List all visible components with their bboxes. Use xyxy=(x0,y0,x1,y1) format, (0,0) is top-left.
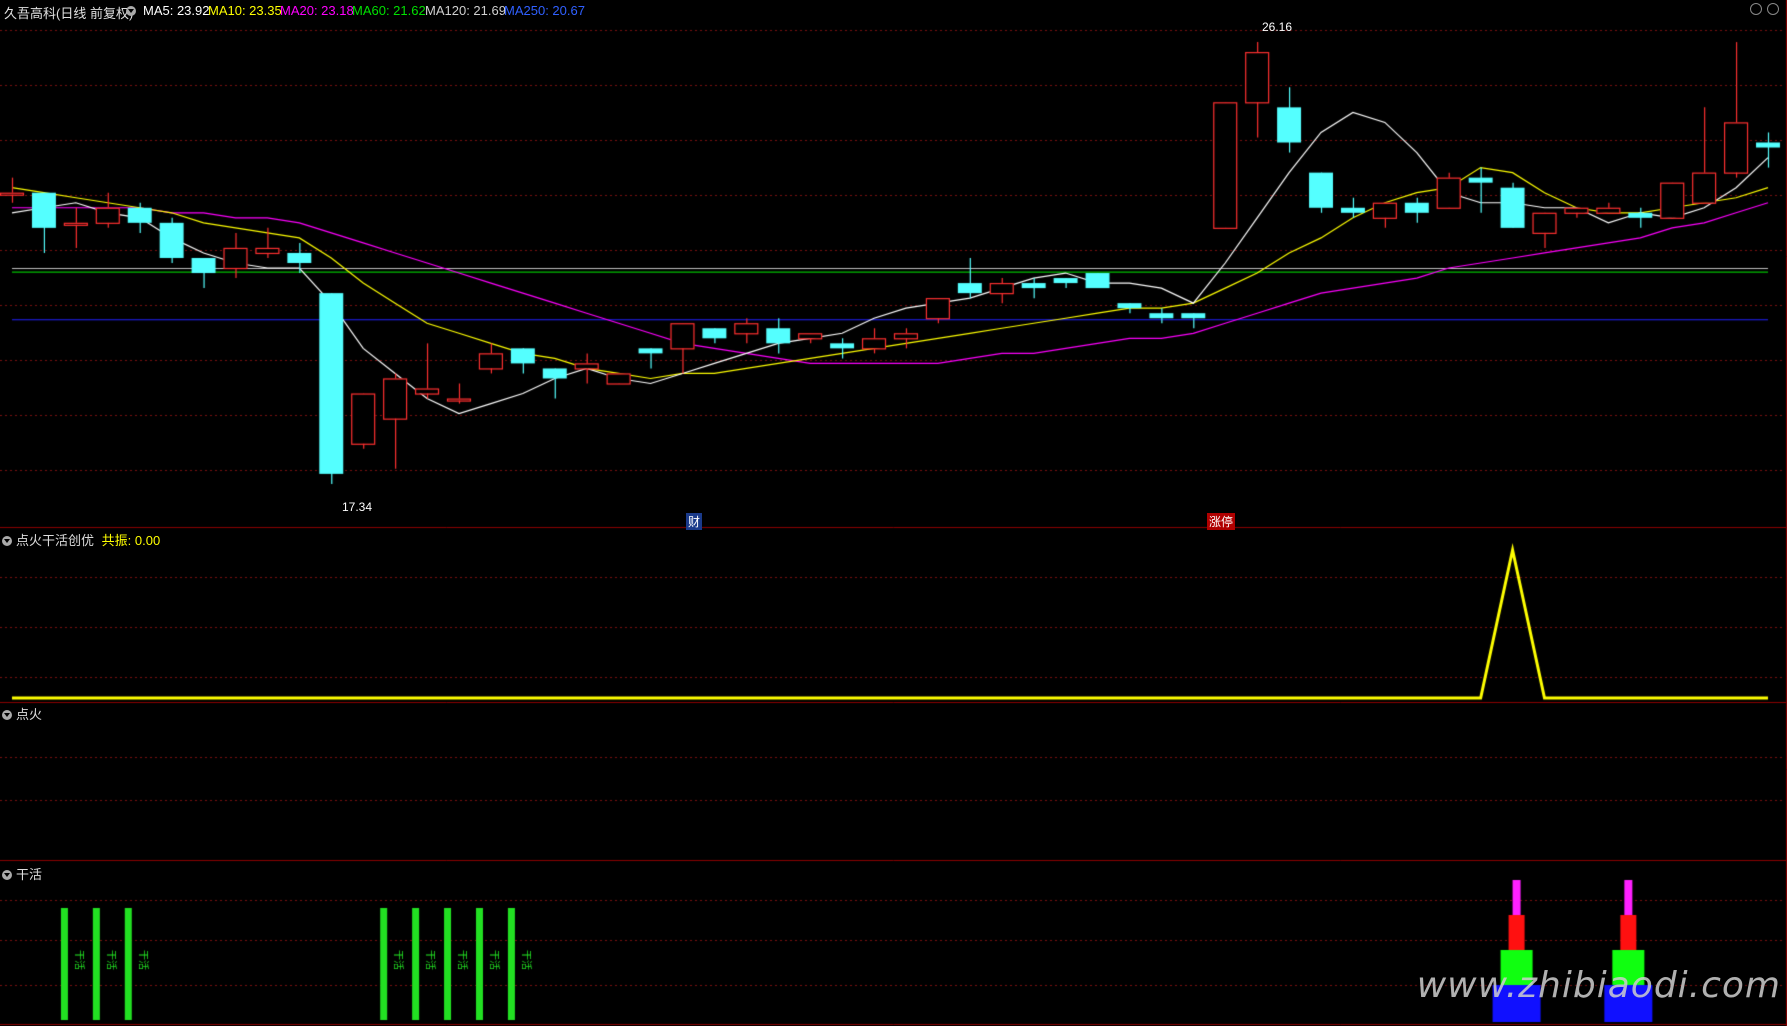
watermark: www.zhibiaodi.com xyxy=(1416,965,1781,1006)
pane2-title: 点火干活创优 xyxy=(16,533,95,548)
low-price-marker: 17.34 xyxy=(342,500,373,514)
pane4-title: 干活 xyxy=(16,867,43,882)
ma10-label: MA10: 23.35 xyxy=(208,3,282,18)
ma60-label: MA60: 21.62 xyxy=(352,3,426,18)
cai-badge[interactable]: 财 xyxy=(686,513,703,530)
pane3-collapse-icon[interactable] xyxy=(2,710,12,720)
stock-title: 久吾高科(日线 前复权) xyxy=(4,6,134,21)
settings-icon[interactable] xyxy=(1767,3,1779,15)
indicator-toggle[interactable] xyxy=(126,3,140,18)
collapse-icon[interactable] xyxy=(126,6,136,16)
pane2-collapse-icon[interactable] xyxy=(2,536,12,546)
pane3-label: 点火 xyxy=(2,704,42,723)
ma120-label: MA120: 21.69 xyxy=(425,3,506,18)
pane2-resonance-label: 共振: xyxy=(101,533,132,548)
price-chart-canvas[interactable] xyxy=(0,0,1787,1026)
limit-up-badge[interactable]: 涨停 xyxy=(1207,513,1236,530)
expand-icon[interactable] xyxy=(1750,3,1762,15)
pane2-resonance-value: 0.00 xyxy=(134,533,161,548)
pane3-title: 点火 xyxy=(16,707,43,722)
ma20-label: MA20: 23.18 xyxy=(280,3,354,18)
ma250-label: MA250: 20.67 xyxy=(504,3,585,18)
pane4-label: 干活 xyxy=(2,864,42,883)
ma5-label: MA5: 23.92 xyxy=(143,3,210,18)
pane4-collapse-icon[interactable] xyxy=(2,870,12,880)
high-price-marker: 26.16 xyxy=(1262,20,1293,34)
pane2-label: 点火干活创优 共振: 0.00 xyxy=(2,530,160,549)
